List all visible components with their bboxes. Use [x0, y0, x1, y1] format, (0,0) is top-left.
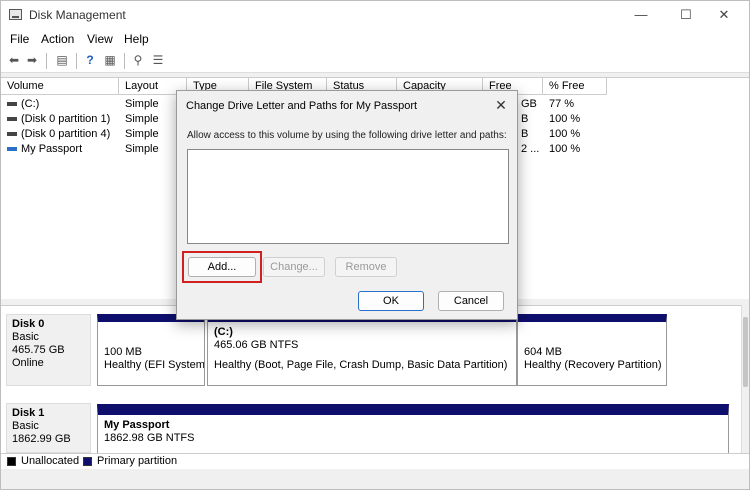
unallocated-swatch [7, 457, 16, 466]
volume-name: (C:) [21, 98, 40, 110]
partition-c[interactable]: (C:) 465.06 GB NTFS Healthy (Boot, Page … [207, 314, 517, 386]
remove-button[interactable]: Remove [335, 257, 397, 277]
partition-title: (C:) [214, 326, 233, 338]
toolbar-separator [46, 53, 47, 69]
legend-unallocated: Unallocated [21, 455, 80, 467]
disk-1-label[interactable]: Disk 1 Basic 1862.99 GB [6, 403, 91, 453]
partition-title: My Passport [104, 419, 170, 431]
partition-size: 1862.98 GB NTFS [104, 432, 195, 444]
dialog-description: Allow access to this volume by using the… [187, 130, 507, 141]
disk-type: Basic [12, 331, 39, 343]
column-header-volume[interactable]: Volume [1, 78, 119, 95]
volume-layout: Simple [125, 113, 159, 125]
partition-my-passport[interactable]: My Passport 1862.98 GB NTFS [97, 404, 729, 454]
external-drive-icon [7, 147, 17, 151]
toolbar: ⬅ ➡ ▤ ? ▦ ⚲ ☰ [1, 49, 749, 73]
volume-free-space: B [521, 128, 529, 140]
toolbar-separator [124, 53, 125, 69]
disk-size: 465.75 GB [12, 344, 65, 356]
console-icon[interactable]: ▦ [102, 53, 118, 68]
list-icon[interactable]: ☰ [150, 53, 166, 68]
disk-name: Disk 0 [12, 318, 45, 330]
change-drive-letter-dialog: Change Drive Letter and Paths for My Pas… [176, 90, 518, 320]
disk-0-label[interactable]: Disk 0 Basic 465.75 GB Online [6, 314, 91, 386]
drive-icon [7, 132, 17, 136]
dialog-close-icon[interactable]: ✕ [491, 95, 511, 115]
status-bar [1, 469, 749, 489]
partition-size: 100 MB [104, 346, 142, 358]
partition-health: Healthy (Boot, Page File, Crash Dump, Ba… [214, 359, 508, 371]
disk-size: 1862.99 GB [12, 433, 71, 445]
dialog-title: Change Drive Letter and Paths for My Pas… [186, 100, 418, 112]
partition-efi[interactable]: 100 MB Healthy (EFI System [97, 314, 205, 386]
toolbar-separator [76, 53, 77, 69]
disk-type: Basic [12, 420, 39, 432]
disk-status: Online [12, 357, 44, 369]
disk-name: Disk 1 [12, 407, 45, 419]
column-header-percent-free[interactable]: % Free [543, 78, 607, 95]
properties-icon[interactable]: ▤ [54, 53, 70, 68]
volume-free-space: B [521, 113, 529, 125]
volume-free-space: 2 ... [521, 143, 540, 155]
minimize-button[interactable]: — [626, 5, 656, 25]
scrollbar-thumb[interactable] [743, 317, 748, 387]
volume-name: (Disk 0 partition 4) [21, 128, 111, 140]
cancel-button[interactable]: Cancel [438, 291, 504, 311]
volume-name: My Passport [21, 143, 83, 155]
close-button[interactable]: ✕ [709, 5, 739, 25]
disk-graphical-view: Disk 0 Basic 465.75 GB Online 100 MB Hea… [1, 305, 741, 454]
volume-free-space: GB [521, 98, 537, 110]
maximize-button[interactable]: ☐ [671, 5, 701, 25]
help-icon[interactable]: ? [82, 53, 98, 68]
menu-view[interactable]: View [87, 32, 113, 46]
rescan-icon[interactable]: ⚲ [130, 53, 146, 68]
volume-layout: Simple [125, 128, 159, 140]
partition-size: 604 MB [524, 346, 562, 358]
volume-percent-free: 100 % [549, 128, 581, 140]
menu-bar: File Action View Help [1, 29, 749, 49]
volume-layout: Simple [125, 143, 159, 155]
ok-button[interactable]: OK [358, 291, 424, 311]
back-arrow-icon[interactable]: ⬅ [6, 53, 22, 68]
volume-layout: Simple [125, 98, 159, 110]
volume-name: (Disk 0 partition 1) [21, 113, 111, 125]
partition-legend: Unallocated Primary partition [1, 453, 749, 469]
window-title: Disk Management [29, 8, 126, 22]
menu-action[interactable]: Action [41, 32, 74, 46]
add-button[interactable]: Add... [188, 257, 256, 277]
partition-title [104, 326, 198, 339]
disk-pane-scrollbar[interactable] [741, 305, 749, 453]
drive-letter-paths-list[interactable] [187, 149, 509, 244]
disk-management-icon [9, 9, 22, 20]
forward-arrow-icon[interactable]: ➡ [24, 53, 40, 68]
drive-icon [7, 102, 17, 106]
volume-percent-free: 77 % [549, 98, 575, 110]
partition-health: Healthy (EFI System [104, 359, 205, 371]
legend-primary-partition: Primary partition [97, 455, 178, 467]
partition-health: Healthy (Recovery Partition) [524, 359, 662, 371]
title-bar: Disk Management — ☐ ✕ [1, 1, 749, 29]
volume-percent-free: 100 % [549, 113, 581, 125]
menu-help[interactable]: Help [124, 32, 149, 46]
partition-size: 465.06 GB NTFS [214, 339, 299, 351]
partition-recovery[interactable]: 604 MB Healthy (Recovery Partition) [517, 314, 667, 386]
volume-percent-free: 100 % [549, 143, 581, 155]
partition-title [524, 326, 660, 339]
menu-file[interactable]: File [10, 32, 29, 46]
drive-icon [7, 117, 17, 121]
change-button[interactable]: Change... [263, 257, 325, 277]
primary-partition-swatch [83, 457, 92, 466]
